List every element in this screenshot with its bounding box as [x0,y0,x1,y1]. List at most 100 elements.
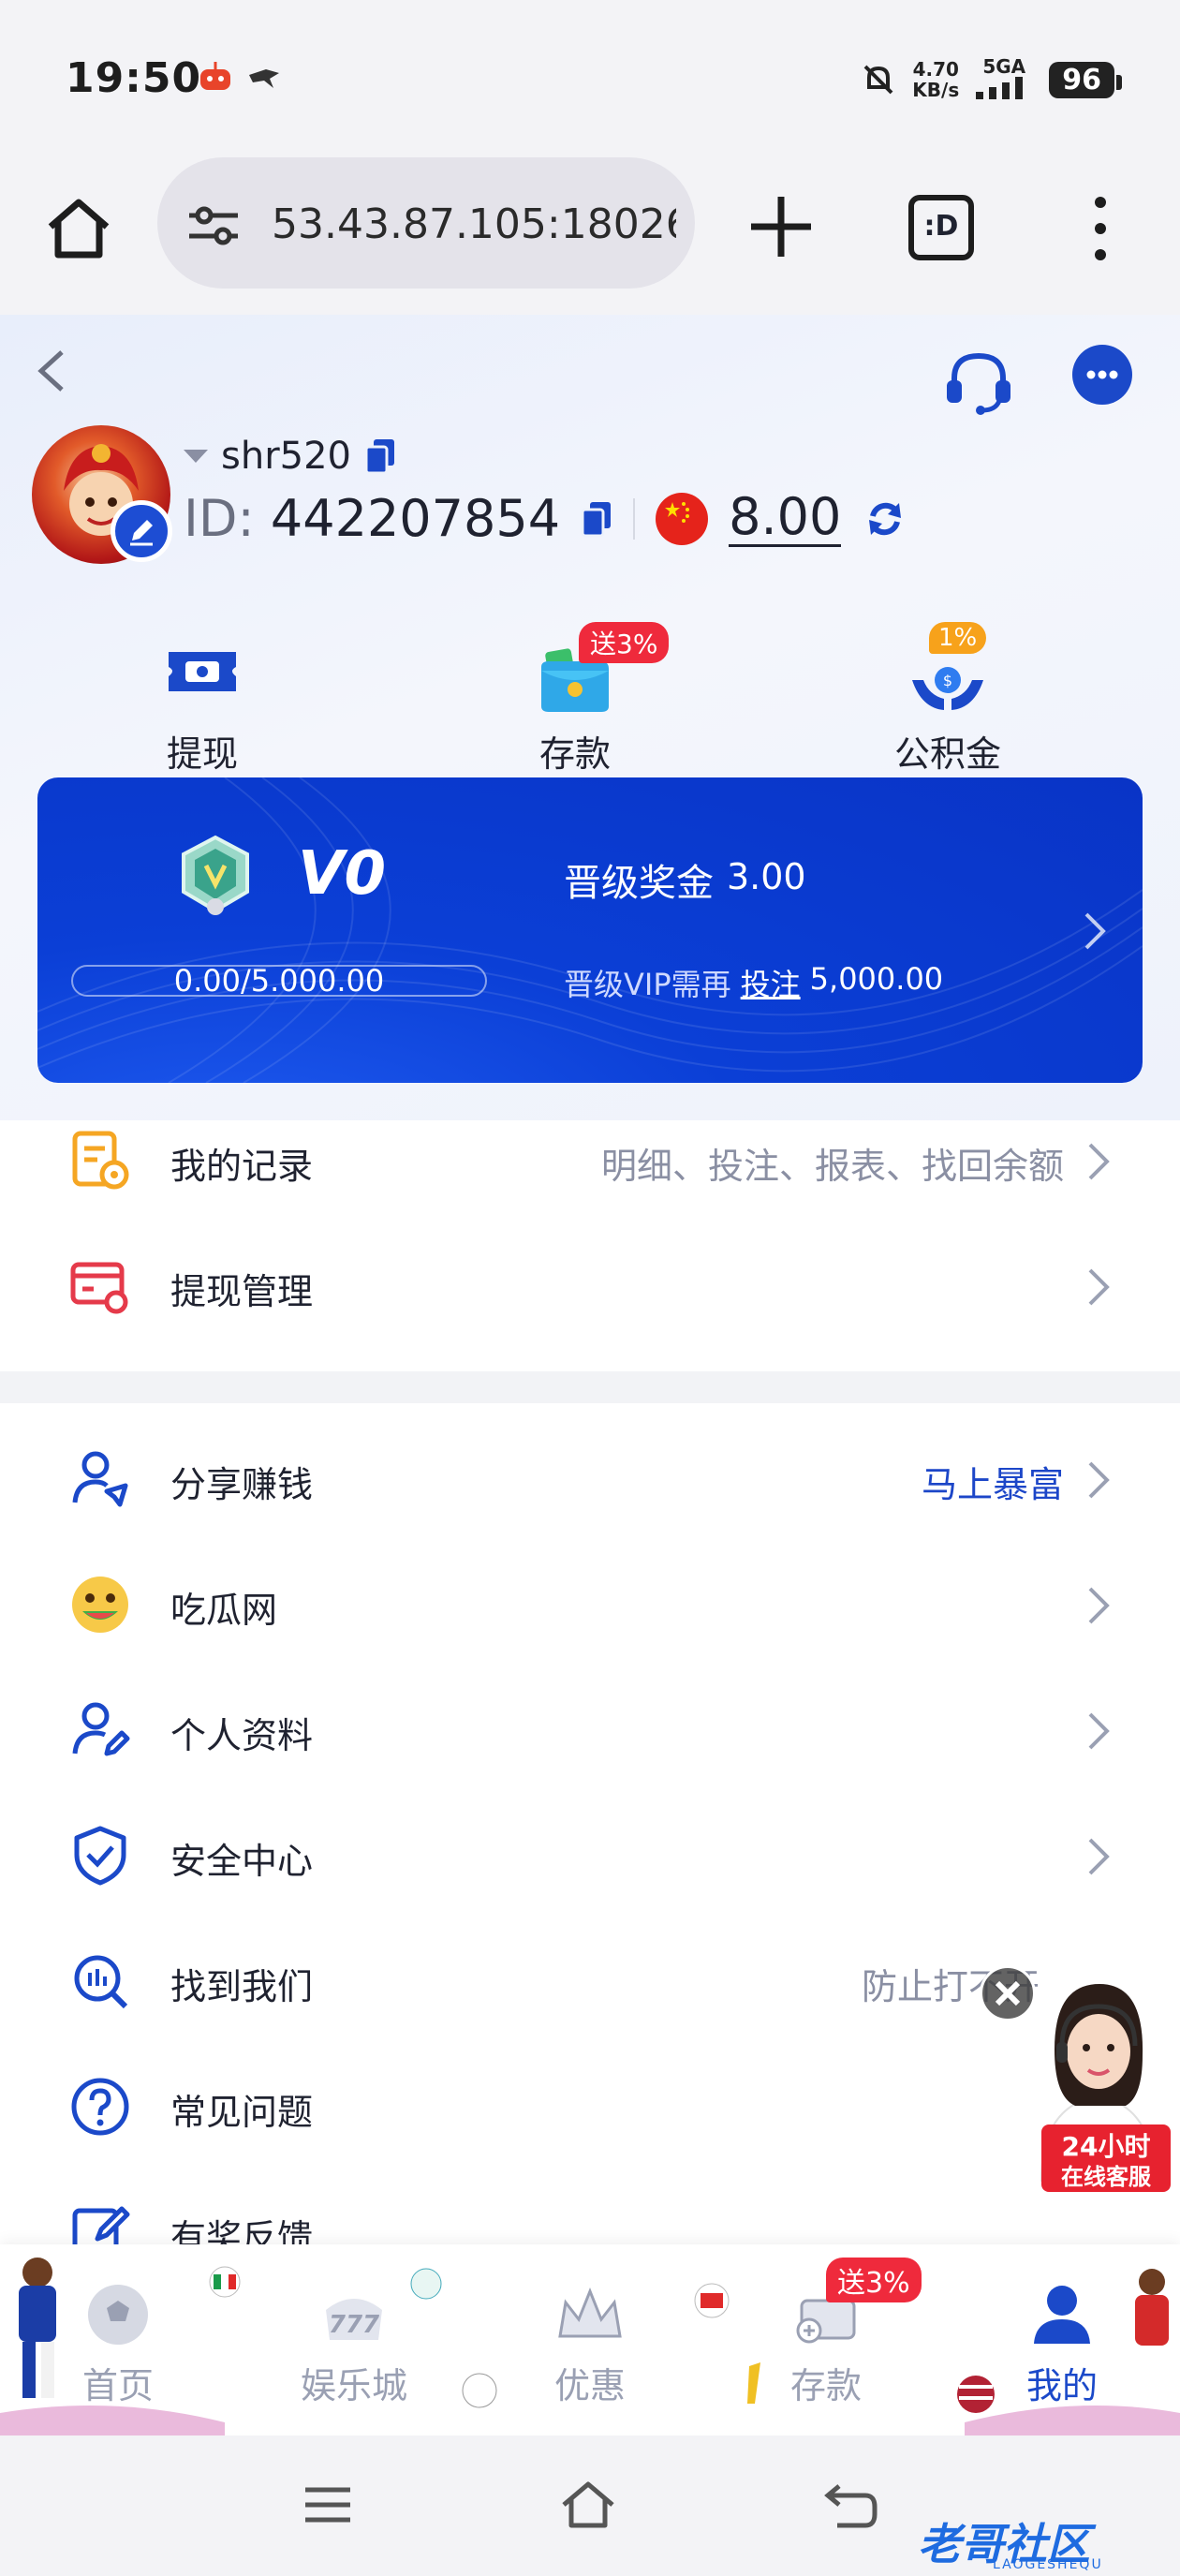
menu-item-profile[interactable]: 个人资料 [0,1667,1180,1793]
records-label: 我的记录 [170,1146,314,1187]
quick-deposit[interactable]: 送3% 存款 [472,622,678,777]
profile-edit-icon [72,1702,130,1756]
menu-item-melon[interactable]: 吃瓜网 [0,1542,1180,1667]
close-icon [995,1980,1021,2006]
menu-item-share[interactable]: 分享赚钱 马上暴富 [0,1416,1180,1542]
quick-withdraw[interactable]: 提现 [99,633,305,777]
tab-casino-label: 娱乐城 [300,2365,407,2406]
vip-progress-text: 0.00/5.000.00 [173,963,385,999]
question-icon [71,2078,129,2136]
shield-check-icon [74,1826,126,1886]
system-back-icon[interactable] [820,2479,880,2531]
svg-text:777: 777 [329,2311,380,2339]
url-text[interactable]: 53.43.87.105:18026 [272,200,676,248]
vip-badge-gem-icon [182,835,249,915]
bird-notification-icon [249,69,279,88]
mute-bell-icon [863,65,893,95]
vip-bet-link[interactable]: 投注 [741,961,801,1004]
user-icon [1034,2286,1090,2344]
china-flag-icon [656,492,709,545]
tab-deposit-badge: 送3% [826,2258,922,2302]
bottom-tab-bar: 首页 777 娱乐城 优惠 送3% 存款 我的 [0,2244,1180,2435]
watermark-sub: LAOGESHEQU [993,2557,1103,2572]
account-switch-caret-icon[interactable] [184,450,208,463]
chevron-right-icon [1088,1838,1110,1875]
id-value: 442207854 [270,489,561,548]
deposit-bonus-badge: 送3% [579,622,670,663]
share-label: 分享赚钱 [170,1464,314,1505]
melon-label: 吃瓜网 [170,1590,278,1631]
flag-stars [665,501,690,523]
browser-toolbar: 53.43.87.105:18026 :D [0,150,1180,315]
copy-id-icon[interactable] [581,500,612,538]
headset-support-icon[interactable] [941,343,1016,418]
tab-home[interactable]: 首页 [24,2244,212,2435]
pencil-icon [130,520,153,546]
browser-menu-icon[interactable] [1086,195,1114,262]
recent-apps-icon[interactable] [298,2479,358,2531]
new-tab-plus-icon[interactable] [742,187,820,266]
svg-text:$: $ [943,672,952,689]
share-user-icon [72,1451,128,1507]
menu-item-security[interactable]: 安全中心 [0,1793,1180,1918]
melon-emoji-icon [72,1577,128,1633]
records-icon [72,1131,129,1190]
signal-bars-icon [976,77,1024,99]
chevron-right-icon [1088,1143,1110,1180]
system-status-bar: 19:50 4.70 KB/s 5GA 96 [0,0,1180,150]
status-indicators: 4.70 KB/s 5GA 96 [860,56,1122,103]
browser-home-icon[interactable] [41,191,116,266]
tab-casino[interactable]: 777 娱乐城 [260,2244,448,2435]
tab-mine[interactable]: 我的 [968,2244,1156,2435]
section-divider [0,1371,1180,1403]
deposit-wallet-icon: 送3% [528,622,670,718]
battery-level: 96 [1049,61,1122,98]
message-chat-button[interactable] [1072,345,1132,405]
tab-promotions-label: 优惠 [553,2365,626,2406]
soccer-ball-icon [88,2285,148,2345]
share-subtitle: 马上暴富 [921,1464,1064,1505]
vip-need-text: 晋级VIP需再 [564,967,731,1002]
profile-label: 个人资料 [170,1715,314,1756]
close-floating-button[interactable] [980,1965,1036,2021]
vip-card[interactable]: V0 0.00/5.000.00 晋级奖金 3.00 晋级VIP需再 投注 5,… [37,777,1143,1083]
username-row: shr520 [184,435,396,478]
edit-avatar-button[interactable] [111,500,172,562]
tab-home-label: 首页 [81,2365,154,2406]
refresh-balance-icon[interactable] [862,496,908,542]
quick-deposit-label: 存款 [538,733,611,775]
tab-deposit[interactable]: 送3% 存款 [732,2244,922,2435]
net-speed-unit: KB/s [912,79,960,101]
floating-customer-service[interactable]: 24小时 在线客服 [1013,1965,1180,2196]
net-speed-value: 4.70 [912,58,959,81]
account-page: shr520 ID: 442207854 8.00 提现 送3% 存款 $ 1%… [0,315,1180,2435]
chevron-right-icon [1088,1587,1110,1624]
url-bar[interactable]: 53.43.87.105:18026 [157,157,695,289]
cs-line2: 在线客服 [1061,2164,1151,2190]
quick-provident-fund[interactable]: $ 1% 公积金 [845,622,1051,777]
cellular-indicator: 5GA [974,56,1034,103]
records-subtitle: 明细、投注、报表、找回余额 [600,1146,1064,1187]
security-label: 安全中心 [170,1841,314,1882]
copy-username-icon[interactable] [364,437,396,475]
vip-bonus-label: 晋级奖金 [564,862,714,905]
withdraw-manage-label: 提现管理 [170,1271,314,1312]
system-home-icon[interactable] [558,2479,618,2531]
chevron-right-icon [1088,1461,1110,1499]
menu-item-faq[interactable]: 常见问题 [0,2044,1180,2169]
id-balance-row: ID: 442207854 8.00 [184,489,908,548]
chevron-right-icon[interactable] [1081,909,1109,954]
wallet-balance[interactable]: 8.00 [729,490,842,547]
network-speed: 4.70 KB/s [912,59,959,100]
vip-level: V0 [298,839,387,909]
back-arrow-icon[interactable] [28,343,75,399]
tab-switcher-button[interactable]: :D [908,195,974,260]
tab-promotions[interactable]: 优惠 [496,2244,684,2435]
site-settings-icon[interactable] [185,202,242,249]
tab-mine-label: 我的 [1025,2365,1098,2406]
withdraw-card-icon [70,1262,128,1314]
tab-deposit-label: 存款 [789,2365,862,2406]
menu-item-withdraw-manage[interactable]: 提现管理 [0,1223,1180,1349]
robot-notification-icon [200,62,230,90]
menu-item-records[interactable]: 我的记录 明细、投注、报表、找回余额 [0,1098,1180,1223]
